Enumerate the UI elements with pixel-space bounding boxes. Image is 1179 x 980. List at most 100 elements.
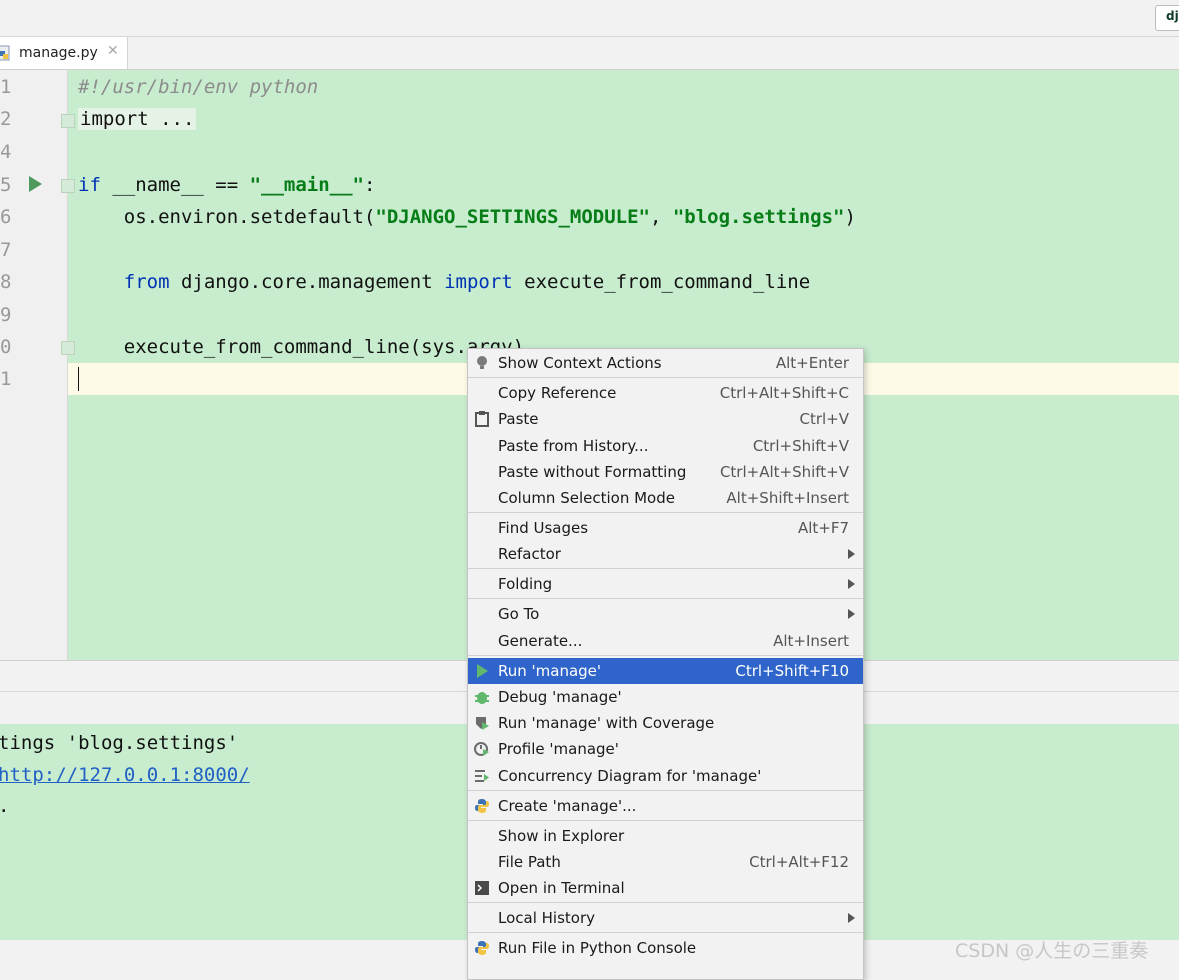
run-gutter-icon[interactable]	[29, 176, 42, 192]
menu-item-shortcut: Ctrl+Alt+F12	[749, 853, 849, 871]
editor-context-menu: Show Context Actions Alt+Enter Copy Refe…	[467, 348, 864, 980]
tab-manage-py[interactable]: manage.py ✕	[0, 37, 128, 69]
menu-item-debug-manage[interactable]: Debug 'manage'	[468, 684, 863, 710]
menu-item-shortcut: Ctrl+Shift+F10	[735, 662, 849, 680]
menu-item-shortcut: Alt+Insert	[773, 632, 849, 650]
menu-separator	[468, 932, 863, 933]
keyword: import	[444, 271, 513, 293]
code-text: os.environ.setdefault(	[78, 206, 376, 228]
tab-close-icon[interactable]: ✕	[107, 43, 119, 59]
menu-item-folding[interactable]: Folding	[468, 571, 863, 597]
menu-item-generate[interactable]: Generate... Alt+Insert	[468, 628, 863, 654]
line-number: 5	[0, 174, 12, 196]
menu-item-label: Concurrency Diagram for 'manage'	[498, 767, 762, 785]
collapsed-imports[interactable]: import ...	[78, 108, 197, 130]
keyword: if	[78, 174, 101, 196]
tab-label: manage.py	[19, 45, 98, 61]
server-url-link[interactable]: http://127.0.0.1:8000/	[0, 764, 250, 786]
run-icon	[477, 664, 488, 678]
line-number: 2	[0, 108, 12, 130]
text-caret	[78, 367, 79, 391]
coverage-icon	[476, 717, 489, 730]
code-text: __name__ ==	[100, 174, 250, 196]
menu-item-shortcut: Alt+Shift+Insert	[726, 489, 849, 507]
menu-item-label: Paste	[498, 410, 539, 428]
fold-marker-icon[interactable]	[61, 179, 75, 193]
lightbulb-icon	[477, 356, 487, 369]
menu-item-shortcut: Ctrl+V	[799, 410, 849, 428]
menu-item-run-in-python-console[interactable]: Run File in Python Console	[468, 935, 863, 961]
menu-item-shortcut: Alt+Enter	[775, 354, 849, 372]
menu-separator	[468, 820, 863, 821]
fold-marker-icon[interactable]	[61, 114, 75, 128]
code-text: :	[364, 174, 376, 196]
menu-item-show-context-actions[interactable]: Show Context Actions Alt+Enter	[468, 350, 863, 376]
menu-separator	[468, 790, 863, 791]
menu-item-local-history[interactable]: Local History	[468, 905, 863, 931]
string-literal: "blog.settings"	[672, 206, 845, 228]
menu-item-go-to[interactable]: Go To	[468, 601, 863, 627]
console-output-line: http://127.0.0.1:8000/	[0, 764, 250, 786]
menu-separator	[468, 598, 863, 599]
menu-item-create-manage[interactable]: Create 'manage'...	[468, 793, 863, 819]
line-number: 1	[0, 76, 12, 98]
menu-separator	[468, 512, 863, 513]
menu-separator	[468, 377, 863, 378]
code-text: django.core.management	[169, 271, 445, 293]
menu-item-show-in-explorer[interactable]: Show in Explorer	[468, 823, 863, 849]
menu-item-run-manage[interactable]: Run 'manage' Ctrl+Shift+F10	[468, 658, 863, 684]
submenu-arrow-icon	[848, 913, 855, 923]
fold-marker-icon[interactable]	[61, 341, 75, 355]
menu-item-label: Show in Explorer	[498, 827, 625, 845]
menu-item-paste[interactable]: Paste Ctrl+V	[468, 406, 863, 432]
python-icon	[475, 799, 489, 813]
line-number: 7	[0, 239, 12, 261]
menu-item-run-with-coverage[interactable]: Run 'manage' with Coverage	[468, 710, 863, 736]
menu-item-label: Run 'manage'	[498, 662, 602, 680]
python-icon	[475, 941, 489, 955]
menu-item-find-usages[interactable]: Find Usages Alt+F7	[468, 515, 863, 541]
console-output-line: .	[0, 795, 9, 817]
menu-item-concurrency-diagram[interactable]: Concurrency Diagram for 'manage'	[468, 763, 863, 789]
menu-item-label: Profile 'manage'	[498, 740, 619, 758]
menu-item-label: File Path	[498, 853, 561, 871]
menu-item-label: Run File in Python Console	[498, 939, 697, 957]
menu-item-paste-without-formatting[interactable]: Paste without Formatting Ctrl+Alt+Shift+…	[468, 459, 863, 485]
menu-item-refactor[interactable]: Refactor	[468, 541, 863, 567]
menu-item-label: Open in Terminal	[498, 879, 625, 897]
menu-item-label: Go To	[498, 605, 540, 623]
code-line-1: #!/usr/bin/env python	[78, 76, 318, 98]
menu-item-label: Local History	[498, 909, 596, 927]
menu-item-label: Find Usages	[498, 519, 589, 537]
line-number: 6	[0, 206, 12, 228]
string-literal: "__main__"	[249, 174, 364, 196]
line-number: 0	[0, 336, 12, 358]
menu-item-label: Generate...	[498, 632, 583, 650]
django-button[interactable]: dj	[1155, 5, 1179, 31]
clipboard-icon	[475, 411, 489, 427]
code-line-2: import ...	[78, 108, 197, 130]
submenu-arrow-icon	[848, 549, 855, 559]
menu-item-paste-from-history[interactable]: Paste from History... Ctrl+Shift+V	[468, 433, 863, 459]
menu-item-copy-reference[interactable]: Copy Reference Ctrl+Alt+Shift+C	[468, 380, 863, 406]
keyword: from	[123, 271, 170, 293]
code-text: ,	[649, 206, 673, 228]
python-file-icon	[0, 45, 10, 61]
menu-item-file-path[interactable]: File Path Ctrl+Alt+F12	[468, 849, 863, 875]
line-number: 1	[0, 368, 12, 390]
menu-item-label: Create 'manage'...	[498, 797, 637, 815]
submenu-arrow-icon	[848, 609, 855, 619]
menu-item-profile-manage[interactable]: Profile 'manage'	[468, 736, 863, 762]
watermark-text: CSDN @人生の三重奏	[955, 940, 1149, 962]
code-line-8: from django.core.management import execu…	[78, 271, 810, 293]
menu-item-shortcut: Ctrl+Shift+V	[752, 437, 849, 455]
menu-item-column-selection-mode[interactable]: Column Selection Mode Alt+Shift+Insert	[468, 485, 863, 511]
string-literal: "DJANGO_SETTINGS_MODULE"	[375, 206, 650, 228]
menu-item-open-in-terminal[interactable]: Open in Terminal	[468, 875, 863, 901]
menu-item-label: Debug 'manage'	[498, 688, 622, 706]
profile-icon	[474, 742, 489, 756]
code-text: execute_from_command_line(sys.argv)	[78, 336, 525, 358]
menu-item-label: Column Selection Mode	[498, 489, 675, 507]
code-line-5: if __name__ == "__main__":	[78, 174, 375, 196]
menu-item-label: Copy Reference	[498, 384, 617, 402]
